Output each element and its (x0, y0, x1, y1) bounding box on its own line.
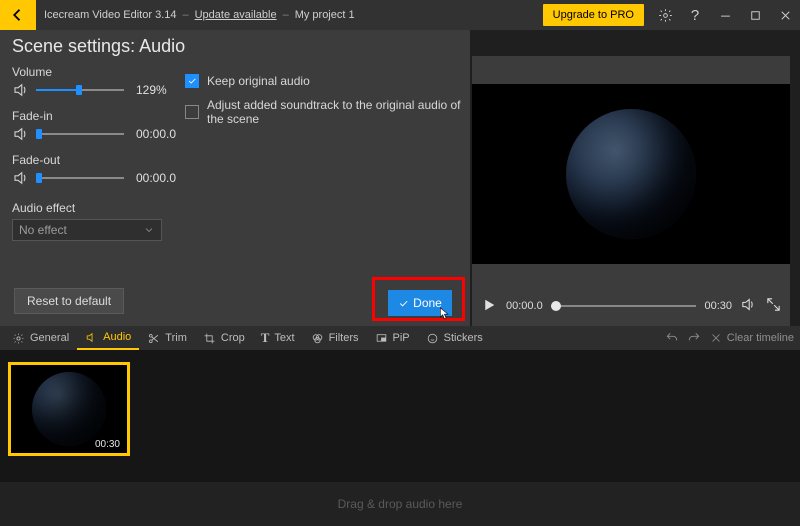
fullscreen-button[interactable] (765, 296, 782, 316)
minimize-icon (718, 8, 733, 23)
gear-icon (658, 8, 673, 23)
fadein-value: 00:00.0 (136, 127, 176, 141)
done-label: Done (413, 296, 442, 310)
stickers-icon (426, 332, 439, 345)
maximize-button[interactable] (740, 0, 770, 30)
project-name: My project 1 (295, 9, 355, 21)
tool-tabs: General Audio Trim Crop TText Filters Pi… (0, 326, 800, 350)
maximize-icon (748, 8, 763, 23)
close-icon (709, 331, 723, 345)
expand-icon (765, 296, 782, 313)
fadein-slider[interactable] (36, 127, 124, 141)
tab-crop[interactable]: Crop (195, 326, 253, 350)
undo-button[interactable] (665, 331, 679, 345)
preview-pane: 00:00.0 00:30 (472, 56, 790, 326)
timeline-clip[interactable]: 00:30 (8, 362, 130, 456)
volume-speaker-icon[interactable] (12, 81, 30, 99)
chevron-down-icon (143, 224, 155, 236)
title-text: Icecream Video Editor 3.14 – Update avai… (44, 9, 355, 21)
reset-button[interactable]: Reset to default (14, 288, 124, 314)
help-button[interactable]: ? (680, 0, 710, 30)
play-icon (480, 296, 498, 314)
adjust-soundtrack-label: Adjust added soundtrack to the original … (207, 98, 467, 126)
close-icon (778, 8, 793, 23)
preview-video (472, 84, 790, 264)
fadeout-speaker-icon (12, 169, 30, 187)
fadein-speaker-icon (12, 125, 30, 143)
settings-button[interactable] (650, 0, 680, 30)
crop-icon (203, 332, 216, 345)
volume-value: 129% (136, 83, 167, 97)
audio-effect-value: No effect (19, 223, 67, 237)
clip-duration: 00:30 (92, 439, 123, 450)
clip-thumbnail (32, 372, 106, 446)
tab-text[interactable]: TText (253, 326, 303, 350)
upgrade-button[interactable]: Upgrade to PRO (543, 4, 644, 26)
tab-general[interactable]: General (4, 326, 77, 350)
undo-icon (665, 331, 679, 345)
arrow-left-icon (9, 6, 27, 24)
earth-graphic (566, 109, 696, 239)
text-icon: T (261, 330, 270, 346)
audio-effect-label: Audio effect (12, 201, 75, 215)
tab-stickers[interactable]: Stickers (418, 326, 491, 350)
tab-pip[interactable]: PiP (367, 326, 418, 350)
scissors-icon (147, 332, 160, 345)
filters-icon (311, 332, 324, 345)
gear-icon (12, 332, 25, 345)
keep-original-checkbox[interactable] (185, 74, 199, 88)
app-name: Icecream Video Editor 3.14 (44, 9, 176, 21)
keep-original-label: Keep original audio (207, 74, 310, 88)
fadein-label: Fade-in (12, 109, 53, 123)
done-button[interactable]: Done (388, 290, 452, 316)
volume-slider[interactable] (36, 83, 124, 97)
play-button[interactable] (480, 296, 498, 317)
update-link[interactable]: Update available (195, 9, 277, 21)
redo-button[interactable] (687, 331, 701, 345)
redo-icon (687, 331, 701, 345)
tab-trim[interactable]: Trim (139, 326, 195, 350)
help-icon: ? (691, 7, 699, 24)
audio-icon (85, 331, 98, 344)
preview-current-time: 00:00.0 (506, 300, 543, 312)
audio-effect-select[interactable]: No effect (12, 219, 162, 241)
back-button[interactable] (0, 0, 36, 30)
pip-icon (375, 332, 388, 345)
minimize-button[interactable] (710, 0, 740, 30)
page-title: Scene settings: Audio (12, 36, 458, 65)
preview-seek-slider[interactable] (551, 299, 697, 313)
check-icon (398, 298, 409, 309)
scene-settings-panel: Scene settings: Audio Volume 129% Fade-i… (0, 30, 470, 326)
clear-timeline-button[interactable]: Clear timeline (709, 331, 794, 345)
preview-volume-button[interactable] (740, 296, 757, 316)
tab-audio[interactable]: Audio (77, 326, 139, 350)
fadeout-value: 00:00.0 (136, 171, 176, 185)
preview-duration: 00:30 (704, 300, 732, 312)
adjust-soundtrack-checkbox[interactable] (185, 105, 199, 119)
tab-filters[interactable]: Filters (303, 326, 367, 350)
fadeout-label: Fade-out (12, 153, 60, 167)
speaker-icon (740, 296, 757, 313)
audio-drop-zone[interactable]: Drag & drop audio here (0, 482, 800, 526)
check-icon (187, 76, 197, 86)
fadeout-slider[interactable] (36, 171, 124, 185)
close-button[interactable] (770, 0, 800, 30)
timeline: 00:30 Drag & drop audio here (0, 350, 800, 526)
